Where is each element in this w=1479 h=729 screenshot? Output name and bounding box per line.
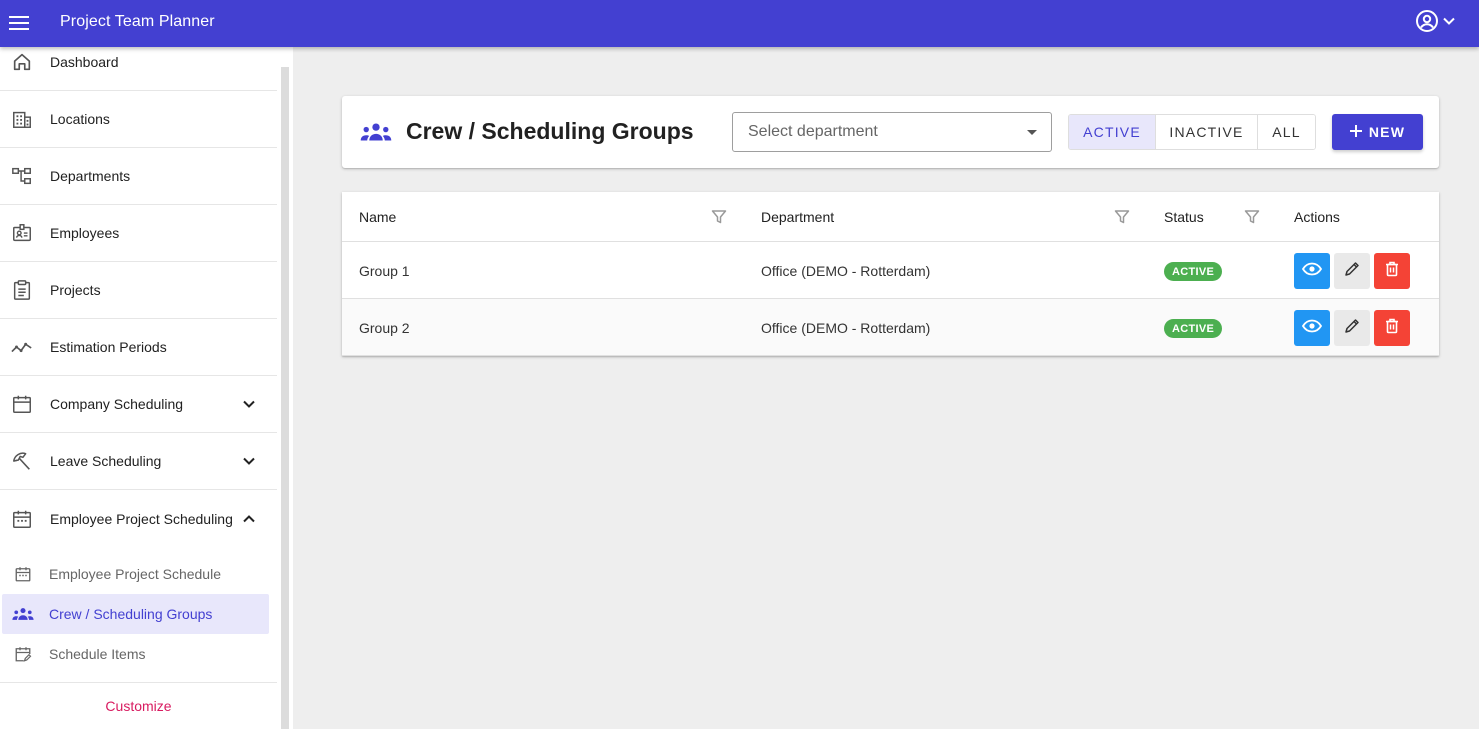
- hierarchy-icon: [10, 164, 34, 188]
- cell-department: Office (DEMO - Rotterdam): [761, 263, 931, 279]
- trash-icon: [1385, 318, 1399, 339]
- sidebar-item-departments[interactable]: Departments: [0, 148, 277, 205]
- trash-icon: [1385, 261, 1399, 282]
- department-select[interactable]: Select department: [732, 112, 1052, 152]
- sidebar-item-label: Leave Scheduling: [50, 453, 162, 469]
- eye-icon: [1301, 319, 1323, 338]
- status-filter-toggle: ACTIVE INACTIVE ALL: [1068, 114, 1316, 150]
- sidebar-item-label: Employees: [50, 225, 120, 241]
- sidebar-item-projects[interactable]: Projects: [0, 262, 277, 319]
- customize-link[interactable]: Customize: [0, 682, 277, 729]
- sidebar-item-label: Dashboard: [50, 54, 119, 70]
- sidebar-item-label: Company Scheduling: [50, 396, 184, 412]
- account-menu-button[interactable]: [1415, 9, 1457, 38]
- table-row[interactable]: Group 1 Office (DEMO - Rotterdam) ACTIVE: [342, 242, 1439, 299]
- filter-active-button[interactable]: ACTIVE: [1069, 115, 1155, 149]
- sidebar-item-estimation-periods[interactable]: Estimation Periods: [0, 319, 277, 376]
- filter-icon[interactable]: [711, 209, 727, 225]
- eye-icon: [1301, 262, 1323, 281]
- sidebar-item-label: Locations: [50, 111, 110, 127]
- app-bar: Project Team Planner: [0, 0, 1479, 47]
- id-badge-icon: [10, 221, 34, 245]
- edit-button[interactable]: [1334, 253, 1370, 289]
- sidebar-subitem-employee-project-schedule[interactable]: Employee Project Schedule: [2, 554, 269, 594]
- clipboard-icon: [10, 278, 34, 302]
- table-row[interactable]: Group 2 Office (DEMO - Rotterdam) ACTIVE: [342, 299, 1439, 356]
- cell-name: Group 1: [359, 263, 410, 279]
- chevron-down-icon[interactable]: [238, 393, 260, 415]
- groups-icon: [358, 120, 394, 144]
- calendar-small-icon: [12, 563, 34, 585]
- groups-icon: [12, 603, 34, 625]
- cell-name: Group 2: [359, 320, 410, 336]
- sidebar-item-label: Projects: [50, 282, 101, 298]
- sidebar-item-employee-project-scheduling[interactable]: Employee Project Scheduling: [0, 490, 277, 547]
- table-header: Name Department Status Actions: [342, 192, 1439, 242]
- calendar-icon: [10, 392, 34, 416]
- hamburger-menu-icon[interactable]: [0, 3, 40, 43]
- page-header-card: Crew / Scheduling Groups Select departme…: [342, 96, 1439, 168]
- account-circle-icon: [1415, 9, 1439, 38]
- beach-umbrella-icon: [10, 449, 34, 473]
- dropdown-arrow-icon: [1027, 130, 1037, 135]
- page-title: Crew / Scheduling Groups: [406, 118, 694, 144]
- sidebar-item-label: Estimation Periods: [50, 339, 167, 355]
- filter-icon[interactable]: [1114, 209, 1130, 225]
- sidebar-item-label: Departments: [50, 168, 131, 184]
- sidebar-scrollbar[interactable]: [281, 67, 289, 729]
- trend-line-icon: [10, 335, 34, 359]
- sidebar: Dashboard Locations Departments Employee…: [0, 47, 293, 729]
- calendar-icon: [10, 507, 34, 531]
- home-icon: [10, 50, 34, 74]
- pencil-icon: [1344, 261, 1360, 282]
- sidebar-item-employees[interactable]: Employees: [0, 205, 277, 262]
- chevron-up-icon[interactable]: [238, 508, 260, 530]
- column-header-status[interactable]: Status: [1164, 209, 1204, 225]
- pencil-icon: [1344, 318, 1360, 339]
- app-title: Project Team Planner: [60, 13, 215, 30]
- sidebar-subitem-label: Schedule Items: [49, 646, 146, 662]
- sidebar-item-company-scheduling[interactable]: Company Scheduling: [0, 376, 277, 433]
- sidebar-item-label: Employee Project Scheduling: [50, 510, 233, 527]
- status-badge: ACTIVE: [1164, 319, 1223, 338]
- plus-icon: [1349, 124, 1362, 140]
- filter-all-button[interactable]: ALL: [1257, 115, 1315, 149]
- delete-button[interactable]: [1374, 310, 1410, 346]
- chevron-down-icon[interactable]: [238, 450, 260, 472]
- sidebar-item-locations[interactable]: Locations: [0, 91, 277, 148]
- building-icon: [10, 107, 34, 131]
- new-button-label: NEW: [1368, 124, 1406, 140]
- groups-table: Name Department Status Actions Group 1 O…: [342, 192, 1439, 356]
- new-group-button[interactable]: NEW: [1332, 114, 1423, 150]
- column-header-name[interactable]: Name: [359, 209, 396, 225]
- cell-department: Office (DEMO - Rotterdam): [761, 320, 931, 336]
- column-header-actions: Actions: [1294, 209, 1340, 225]
- calendar-edit-icon: [12, 643, 34, 665]
- chevron-down-icon: [1441, 13, 1457, 34]
- sidebar-subitem-crew-scheduling-groups[interactable]: Crew / Scheduling Groups: [2, 594, 269, 634]
- view-button[interactable]: [1294, 253, 1330, 289]
- view-button[interactable]: [1294, 310, 1330, 346]
- status-badge: ACTIVE: [1164, 262, 1223, 281]
- filter-inactive-button[interactable]: INACTIVE: [1155, 115, 1257, 149]
- sidebar-subitem-schedule-items[interactable]: Schedule Items: [2, 634, 269, 674]
- sidebar-subitem-label: Crew / Scheduling Groups: [49, 606, 213, 622]
- department-select-placeholder: Select department: [748, 123, 878, 140]
- filter-icon[interactable]: [1244, 209, 1260, 225]
- edit-button[interactable]: [1334, 310, 1370, 346]
- sidebar-item-leave-scheduling[interactable]: Leave Scheduling: [0, 433, 277, 490]
- delete-button[interactable]: [1374, 253, 1410, 289]
- column-header-department[interactable]: Department: [761, 209, 834, 225]
- sidebar-subitem-label: Employee Project Schedule: [49, 566, 221, 582]
